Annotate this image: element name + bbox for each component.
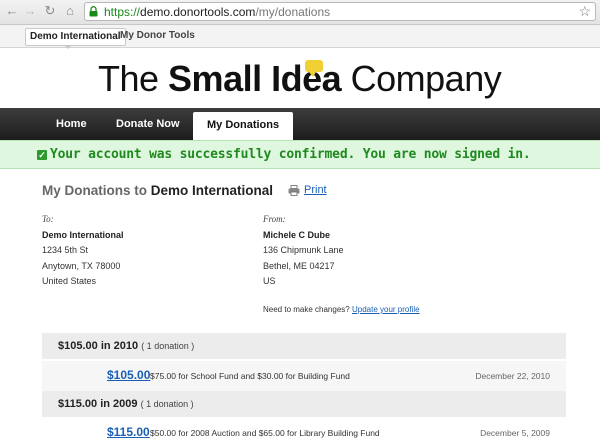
to-line2: Anytown, TX 78000 [42,260,121,271]
address-bar[interactable]: https://demo.donortools.com/my/donations… [84,2,596,21]
donation-description: $75.00 for School Fund and $30.00 for Bu… [150,371,350,381]
active-tab-pointer [64,45,72,49]
reload-icon[interactable]: ↻ [42,3,58,19]
page-title: My Donations to Demo International [42,183,274,198]
speech-bubble-icon [305,60,323,77]
check-icon: ✓ [37,150,47,160]
nav-donate-now[interactable]: Donate Now [116,108,180,140]
nav-my-donations[interactable]: My Donations [193,112,294,140]
browser-toolbar: ← → ↻ ⌂ https://demo.donortools.com/my/d… [0,0,600,25]
back-icon[interactable]: ← [4,3,20,19]
from-name: Michele C Dube [263,229,331,240]
main-nav: Home Donate Now My Donations [0,108,600,140]
nav-home[interactable]: Home [56,108,87,140]
url-text: https://demo.donortools.com/my/donations [104,5,331,19]
home-icon[interactable]: ⌂ [62,3,78,19]
site-tabbar: Demo International My Donor Tools [0,25,600,48]
donation-date: December 5, 2009 [480,428,550,438]
from-label: From: [263,214,286,224]
flash-message: Your account was successfully confirmed.… [50,147,531,162]
donation-amount-link[interactable]: $105.00 [107,368,150,382]
year-summary-row: $115.00 in 2009 ( 1 donation ) [42,391,566,417]
lock-icon [89,6,98,17]
tab-my-donor-tools[interactable]: My Donor Tools [116,28,199,44]
to-address: To: Demo International 1234 5th St Anyto… [42,212,124,290]
donation-row: $115.00 $50.00 for 2008 Auction and $65.… [42,418,566,445]
update-profile-prompt: Need to make changes? Update your profil… [263,305,420,314]
to-label: To: [42,214,54,224]
year-summary-row: $105.00 in 2010 ( 1 donation ) [42,333,566,359]
bookmark-star-icon[interactable]: ☆ [578,3,591,20]
from-line3: US [263,276,276,286]
to-line1: 1234 5th St [42,245,89,255]
year-total: $115.00 in 2009 ( 1 donation ) [58,398,194,410]
forward-icon[interactable]: → [22,3,38,19]
donation-date: December 22, 2010 [475,371,550,381]
update-profile-link[interactable]: Update your profile [352,305,420,314]
from-address: From: Michele C Dube 136 Chipmunk Lane B… [263,212,344,290]
from-line1: 136 Chipmunk Lane [263,245,344,255]
site-logo[interactable]: The Small Idea Company [98,58,502,100]
to-line3: United States [42,276,97,286]
year-total: $105.00 in 2010 ( 1 donation ) [58,340,195,352]
to-name: Demo International [42,229,124,240]
tab-demo-international[interactable]: Demo International [25,28,126,46]
printer-icon[interactable] [288,185,300,196]
donation-amount-link[interactable]: $115.00 [107,425,150,439]
from-line2: Bethel, ME 04217 [263,260,335,271]
donation-description: $50.00 for 2008 Auction and $65.00 for L… [150,428,380,438]
print-link[interactable]: Print [304,184,327,196]
success-flash: ✓ Your account was successfully confirme… [0,140,600,169]
donation-row: $105.00 $75.00 for School Fund and $30.0… [42,361,566,391]
